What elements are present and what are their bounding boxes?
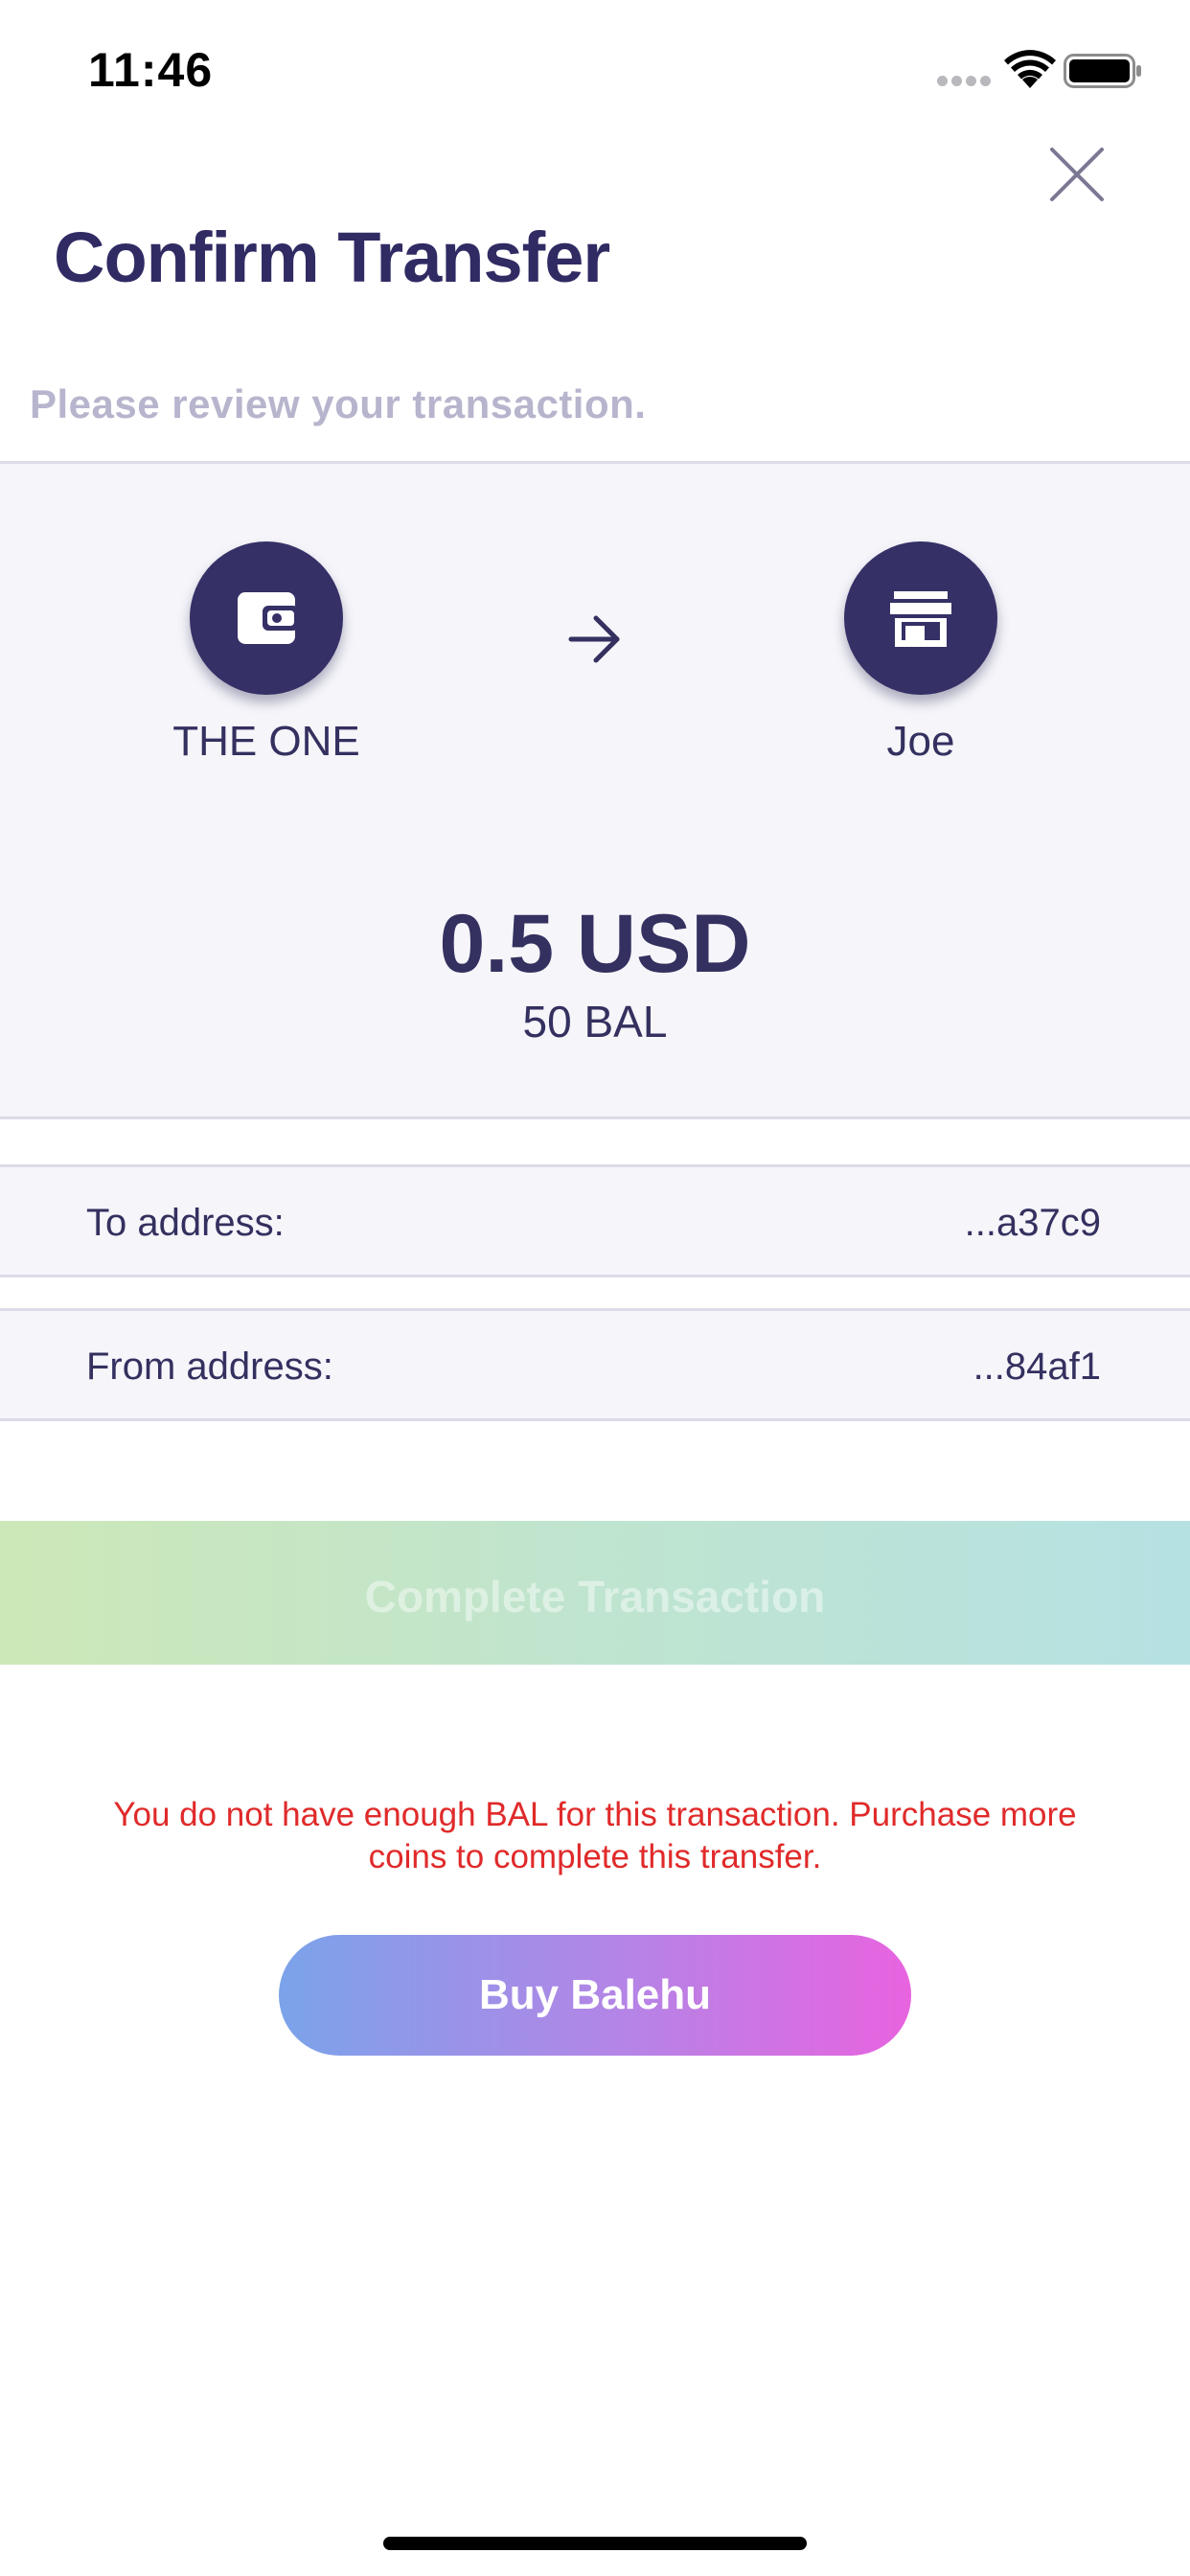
home-indicator[interactable]	[383, 2537, 807, 2550]
buy-balehu-button[interactable]: Buy Balehu	[279, 1935, 911, 2056]
status-time: 11:46	[88, 43, 214, 97]
close-button[interactable]	[1042, 140, 1111, 209]
amount-bal: 50 BAL	[522, 997, 668, 1046]
complete-transaction-button[interactable]: Complete Transaction	[0, 1521, 1190, 1665]
page-subtitle: Please review your transaction.	[30, 381, 647, 426]
close-icon	[1050, 148, 1104, 201]
to-address-row: To address: ...a37c9	[0, 1164, 1190, 1277]
amount-usd: 0.5 USD	[439, 898, 751, 990]
sender-name: THE ONE	[172, 718, 360, 765]
to-address-value: ...a37c9	[964, 1202, 1101, 1244]
cellular-signal-icon	[937, 76, 993, 89]
insufficient-funds-error: You do not have enough BAL for this tran…	[113, 1796, 1077, 1875]
from-address-label: From address:	[86, 1346, 333, 1388]
sender-avatar	[190, 541, 343, 695]
status-bar: 11:46	[0, 0, 1190, 144]
recipient-name: Joe	[886, 718, 955, 765]
wifi-icon	[1004, 50, 1056, 88]
complete-transaction-label: Complete Transaction	[364, 1572, 826, 1622]
store-icon	[890, 591, 951, 647]
recipient-avatar	[844, 541, 997, 695]
battery-icon	[1064, 54, 1141, 88]
from-address-row: From address: ...84af1	[0, 1308, 1190, 1421]
arrow-right-icon	[568, 615, 620, 663]
from-address-value: ...84af1	[973, 1346, 1101, 1388]
page-title: Confirm Transfer	[54, 218, 610, 297]
buy-balehu-label: Buy Balehu	[478, 1971, 712, 2018]
transfer-summary: THE ONE Joe 0.5 USD 50 BAL	[0, 461, 1190, 1119]
wallet-icon	[238, 592, 299, 644]
to-address-label: To address:	[86, 1202, 285, 1244]
